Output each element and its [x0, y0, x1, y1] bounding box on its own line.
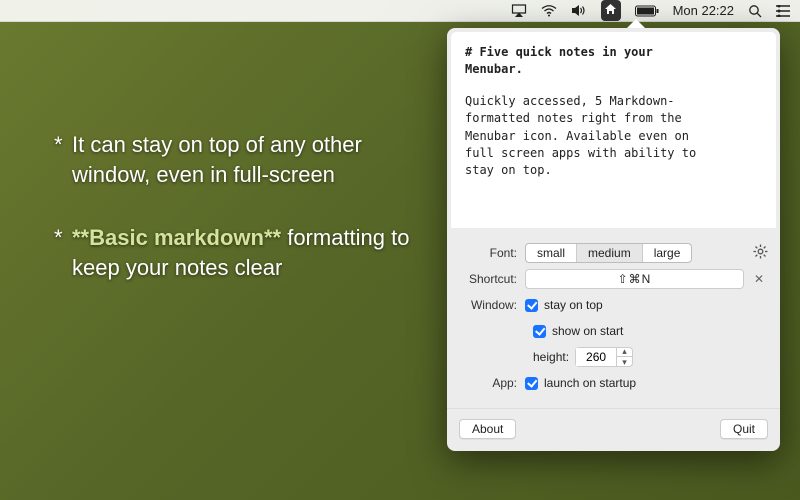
marketing-bold: **Basic markdown** — [72, 225, 281, 250]
about-button[interactable]: About — [459, 419, 516, 439]
note-line: full screen apps with ability to — [465, 146, 696, 160]
note-textarea[interactable]: # Five quick notes in your Menubar. Quic… — [451, 32, 776, 228]
checkbox-label: stay on top — [544, 298, 603, 312]
app-row: App: launch on startup — [459, 370, 768, 396]
app-menubar-icon[interactable] — [601, 0, 621, 21]
battery-icon[interactable] — [635, 0, 659, 21]
stepper-up-icon[interactable]: ▴ — [617, 347, 632, 357]
bullet-star: * — [54, 223, 72, 282]
note-line: stay on top. — [465, 163, 552, 177]
popover-footer: About Quit — [447, 408, 780, 451]
note-line: formatted notes right from the — [465, 111, 682, 125]
shortcut-row: Shortcut: ⇧⌘N ✕ — [459, 266, 768, 292]
stepper-down-icon[interactable]: ▾ — [617, 357, 632, 367]
checkbox-label: show on start — [552, 324, 623, 338]
font-medium-option[interactable]: medium — [577, 244, 643, 262]
checkbox-checked-icon — [525, 299, 538, 312]
font-row: Font: small medium large — [459, 240, 768, 266]
font-segmented-control[interactable]: small medium large — [525, 243, 692, 263]
shortcut-label: Shortcut: — [459, 272, 525, 286]
marketing-bullet: * **Basic markdown** formatting to keep … — [54, 223, 434, 282]
marketing-text: It can stay on top of any other window, … — [72, 130, 434, 189]
marketing-copy: * It can stay on top of any other window… — [54, 130, 434, 317]
window-row: Window: stay on top — [459, 292, 768, 318]
height-row: height: ▴ ▾ — [459, 344, 768, 370]
app-label: App: — [459, 376, 525, 390]
show-on-start-row: show on start — [459, 318, 768, 344]
checkbox-label: launch on startup — [544, 376, 636, 390]
menubar: Mon 22:22 — [0, 0, 800, 22]
checkbox-checked-icon — [525, 377, 538, 390]
gear-icon[interactable] — [753, 244, 768, 262]
spotlight-icon[interactable] — [748, 0, 762, 21]
font-small-option[interactable]: small — [526, 244, 577, 262]
checkbox-checked-icon — [533, 325, 546, 338]
wifi-icon[interactable] — [541, 0, 557, 21]
marketing-bullet: * It can stay on top of any other window… — [54, 130, 434, 189]
shortcut-field[interactable]: ⇧⌘N — [525, 269, 744, 289]
note-line: # Five quick notes in your — [465, 45, 653, 59]
stepper-buttons[interactable]: ▴ ▾ — [616, 347, 632, 367]
font-label: Font: — [459, 246, 525, 260]
height-stepper[interactable]: ▴ ▾ — [575, 347, 633, 367]
height-input[interactable] — [576, 348, 616, 366]
marketing-text: **Basic markdown** formatting to keep yo… — [72, 223, 434, 282]
bullet-star: * — [54, 130, 72, 189]
note-line: Quickly accessed, 5 Markdown- — [465, 94, 675, 108]
clear-shortcut-button[interactable]: ✕ — [750, 272, 768, 286]
quit-button[interactable]: Quit — [720, 419, 768, 439]
menubar-clock[interactable]: Mon 22:22 — [673, 0, 734, 21]
note-heading: # Five quick notes in your Menubar. — [465, 44, 762, 79]
height-label: height: — [533, 350, 569, 364]
show-on-start-checkbox[interactable]: show on start — [533, 324, 623, 338]
volume-icon[interactable] — [571, 0, 587, 21]
note-line: Menubar. — [465, 62, 523, 76]
notes-popover: # Five quick notes in your Menubar. Quic… — [447, 28, 780, 451]
font-large-option[interactable]: large — [643, 244, 692, 262]
note-line: Menubar icon. Available even on — [465, 129, 689, 143]
launch-on-startup-checkbox[interactable]: launch on startup — [525, 376, 636, 390]
stay-on-top-checkbox[interactable]: stay on top — [525, 298, 603, 312]
note-body: Quickly accessed, 5 Markdown- formatted … — [465, 93, 762, 180]
settings-panel: Font: small medium large Shortcut: ⇧⌘N ✕… — [447, 232, 780, 400]
notification-center-icon[interactable] — [776, 0, 790, 21]
airplay-icon[interactable] — [511, 0, 527, 21]
window-label: Window: — [459, 298, 525, 312]
